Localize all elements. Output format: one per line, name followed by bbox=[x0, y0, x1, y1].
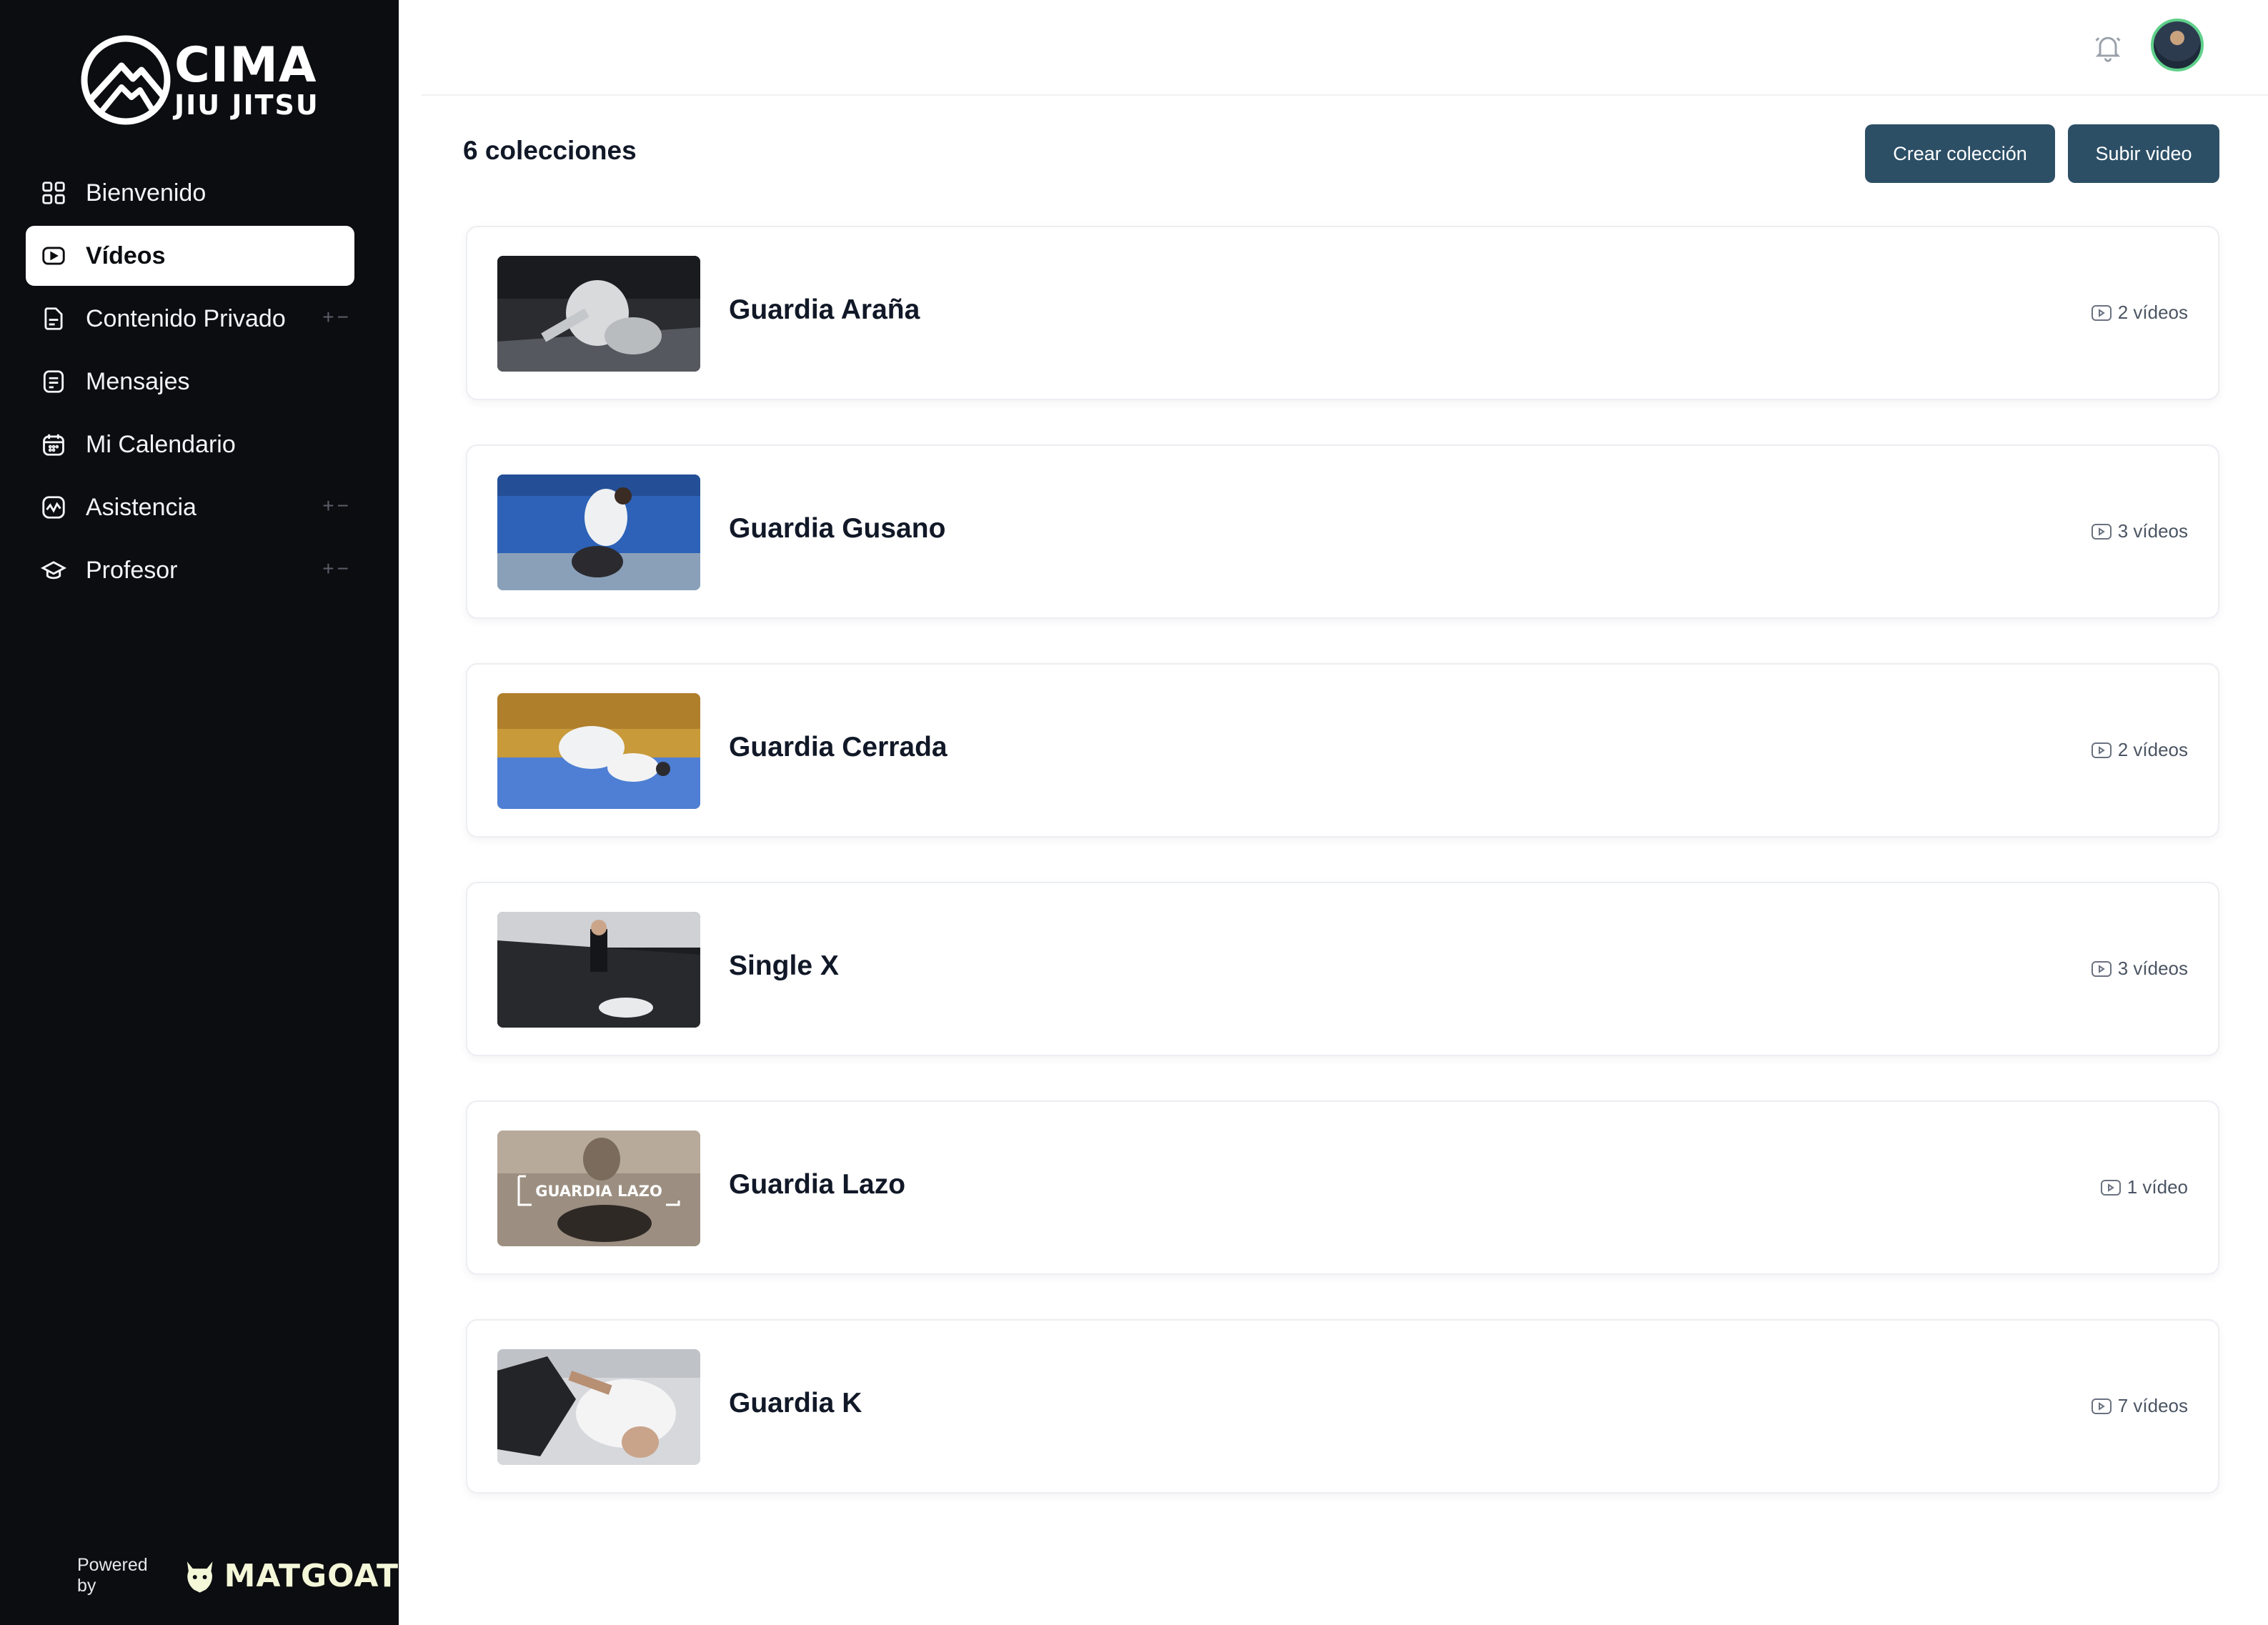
page-title: 6 colecciones bbox=[463, 136, 637, 165]
video-count-text: 3 vídeos bbox=[2117, 958, 2188, 979]
collection-title[interactable]: Guardia Cerrada bbox=[729, 732, 948, 763]
message-icon bbox=[40, 368, 67, 395]
video-count: 2 vídeos bbox=[2091, 302, 2188, 324]
mountain-logo-icon bbox=[81, 35, 171, 125]
sidebar-item-contenido-privado[interactable]: Contenido Privado +− bbox=[26, 289, 354, 349]
collection-title[interactable]: Guardia Gusano bbox=[729, 513, 945, 545]
activity-icon bbox=[40, 494, 67, 521]
collection-thumbnail[interactable] bbox=[497, 1349, 700, 1465]
brand-name: CIMA bbox=[174, 37, 317, 94]
collection-card[interactable]: Guardia K 7 vídeos bbox=[466, 1319, 2219, 1494]
brand-logo[interactable]: CIMA JIU JITSU bbox=[80, 34, 319, 126]
powered-by[interactable]: Powered by MATGOAT bbox=[77, 1555, 399, 1596]
collection-thumbnail[interactable]: GUARDIA LAZO bbox=[497, 1130, 700, 1246]
create-collection-button[interactable]: Crear colección bbox=[1865, 124, 2055, 183]
video-count-text: 7 vídeos bbox=[2117, 1395, 2188, 1416]
video-icon bbox=[2100, 1179, 2121, 1196]
bell-icon[interactable] bbox=[2092, 31, 2124, 63]
video-count: 2 vídeos bbox=[2091, 739, 2188, 761]
collection-card[interactable]: GUARDIA LAZO Guardia Lazo 1 vídeo bbox=[466, 1100, 2219, 1275]
document-icon bbox=[40, 305, 67, 332]
collection-thumbnail[interactable] bbox=[497, 474, 700, 590]
sidebar-item-label: Contenido Privado bbox=[86, 304, 286, 332]
sidebar-item-label: Mi Calendario bbox=[86, 430, 236, 458]
collection-card[interactable]: Single X 3 vídeos bbox=[466, 882, 2219, 1056]
sidebar-item-asistencia[interactable]: Asistencia +− bbox=[26, 477, 354, 537]
collection-title[interactable]: Single X bbox=[729, 950, 839, 982]
collection-thumbnail[interactable] bbox=[497, 256, 700, 372]
sidebar-item-bienvenido[interactable]: Bienvenido bbox=[26, 163, 354, 223]
sidebar: CIMA JIU JITSU Bienvenido Vídeos Conteni… bbox=[0, 0, 399, 1625]
collection-title[interactable]: Guardia Lazo bbox=[729, 1169, 905, 1201]
video-icon bbox=[2091, 1398, 2112, 1414]
video-count-text: 3 vídeos bbox=[2117, 520, 2188, 542]
video-count: 3 vídeos bbox=[2091, 958, 2188, 980]
sidebar-item-label: Mensajes bbox=[86, 367, 190, 395]
user-avatar[interactable] bbox=[2151, 19, 2204, 71]
brand-subtitle: JIU JITSU bbox=[174, 89, 319, 121]
upload-video-button[interactable]: Subir video bbox=[2068, 124, 2219, 183]
collection-list: Guardia Araña 2 vídeos Guardia Gusano 3 … bbox=[466, 226, 2219, 1538]
collection-card[interactable]: Guardia Cerrada 2 vídeos bbox=[466, 663, 2219, 838]
calendar-icon bbox=[40, 431, 67, 458]
collection-title[interactable]: Guardia K bbox=[729, 1388, 862, 1419]
video-icon bbox=[2091, 742, 2112, 758]
video-icon bbox=[2091, 304, 2112, 321]
matgoat-logo: MATGOAT bbox=[224, 1557, 399, 1594]
video-icon bbox=[2091, 960, 2112, 977]
grid-icon bbox=[40, 179, 67, 207]
video-icon bbox=[2091, 523, 2112, 540]
expand-toggle-icon[interactable]: +− bbox=[322, 306, 352, 329]
video-count: 1 vídeo bbox=[2100, 1176, 2188, 1198]
collection-thumbnail[interactable] bbox=[497, 912, 700, 1028]
sidebar-nav: Bienvenido Vídeos Contenido Privado +− M… bbox=[26, 163, 354, 603]
collection-thumbnail[interactable] bbox=[497, 693, 700, 809]
goat-logo-icon bbox=[187, 1561, 213, 1593]
sidebar-item-videos[interactable]: Vídeos bbox=[26, 226, 354, 286]
sidebar-item-mensajes[interactable]: Mensajes bbox=[26, 352, 354, 412]
top-bar bbox=[422, 0, 2268, 96]
collection-title[interactable]: Guardia Araña bbox=[729, 294, 920, 326]
expand-toggle-icon[interactable]: +− bbox=[322, 557, 352, 580]
sidebar-item-label: Vídeos bbox=[86, 242, 166, 269]
video-count-text: 1 vídeo bbox=[2127, 1176, 2188, 1198]
video-count-text: 2 vídeos bbox=[2117, 302, 2188, 323]
thumbnail-caption: GUARDIA LAZO bbox=[535, 1183, 662, 1200]
sidebar-item-profesor[interactable]: Profesor +− bbox=[26, 540, 354, 600]
expand-toggle-icon[interactable]: +− bbox=[322, 495, 352, 517]
collection-card[interactable]: Guardia Gusano 3 vídeos bbox=[466, 444, 2219, 619]
sidebar-item-label: Bienvenido bbox=[86, 179, 207, 207]
video-count: 7 vídeos bbox=[2091, 1395, 2188, 1417]
sidebar-item-label: Profesor bbox=[86, 556, 178, 584]
video-count-text: 2 vídeos bbox=[2117, 739, 2188, 760]
video-count: 3 vídeos bbox=[2091, 520, 2188, 542]
sidebar-item-label: Asistencia bbox=[86, 493, 197, 521]
sidebar-item-mi-calendario[interactable]: Mi Calendario bbox=[26, 414, 354, 474]
collection-card[interactable]: Guardia Araña 2 vídeos bbox=[466, 226, 2219, 400]
video-icon bbox=[40, 242, 67, 269]
graduation-cap-icon bbox=[40, 557, 67, 584]
powered-by-text: Powered by bbox=[77, 1555, 148, 1596]
